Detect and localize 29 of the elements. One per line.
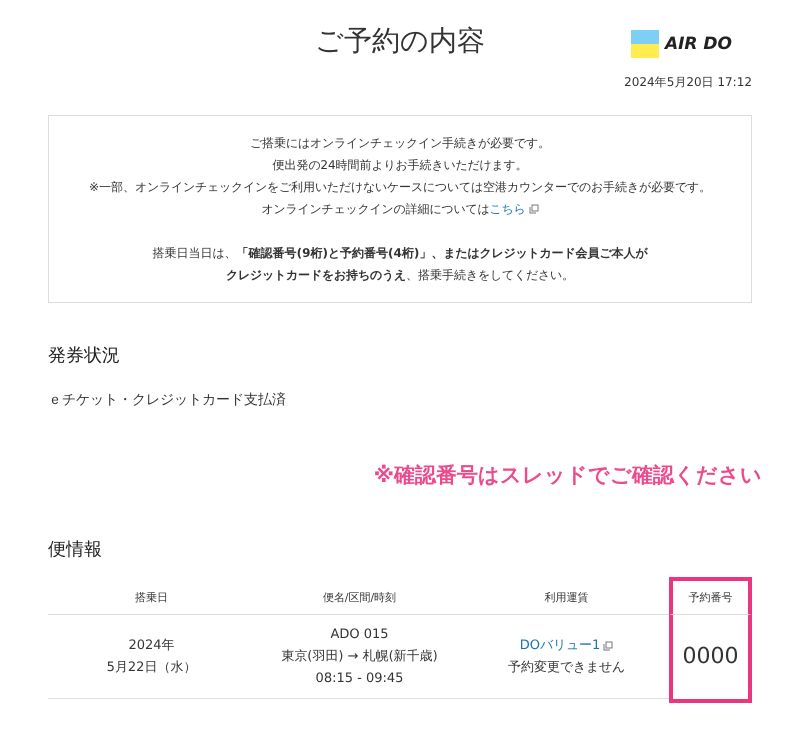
notice-text: ※一部、オンラインチェックインをご利用いただけないケースについては空港カウンターでのお手続きが必要です。: [88, 180, 712, 194]
highlighted-column-header: 予約番号: [669, 577, 752, 615]
date-text: 2024年: [128, 636, 175, 654]
external-link-icon: [528, 204, 538, 214]
notice-text: クレジットカードをお持ちのうえ、搭乗手続きをしてください。: [226, 268, 574, 282]
reservation-number: 0000: [682, 646, 738, 668]
column-header: 便名/区間/時刻: [255, 581, 464, 615]
date-text: 5月22日（水）: [106, 658, 196, 676]
details-link[interactable]: こちら: [490, 198, 538, 220]
section-heading: 便情報: [48, 538, 103, 561]
flight-text: 東京(羽田) → 札幌(新千歳): [281, 648, 438, 666]
timestamp: 2024年5月20日 17:12: [624, 75, 752, 89]
page-title: ご予約の内容: [315, 23, 485, 59]
notice-text: オンラインチェックインの詳細については: [262, 202, 490, 216]
ticket-status: ｅチケット・クレジットカード支払済: [48, 392, 286, 408]
column-header: 搭乗日: [48, 581, 255, 615]
column-header: 利用運賃: [464, 581, 669, 615]
logo-icon: [630, 30, 659, 58]
flight-text: 08:15 - 09:45: [316, 670, 404, 688]
fare-note: 予約変更できません: [508, 658, 625, 676]
annotation-text: ※確認番号はスレッドでご確認ください: [374, 463, 762, 487]
notice-text: 便出発の24時間前よりお手続きいただけます。: [272, 158, 528, 172]
section-heading: 発券状況: [48, 344, 121, 367]
fare-link[interactable]: DOバリュー1: [520, 634, 614, 656]
flight-text: ADO 015: [330, 626, 389, 644]
notice-text: ご搭乗にはオンラインチェックイン手続きが必要です。: [250, 136, 550, 150]
logo-text: AIR DO: [664, 34, 732, 54]
notice-text: 搭乗日当日は、「確認番号(9桁)と予約番号(4桁)」、またはクレジットカード会員ご本人が: [152, 246, 648, 260]
external-link-icon: [603, 640, 614, 650]
